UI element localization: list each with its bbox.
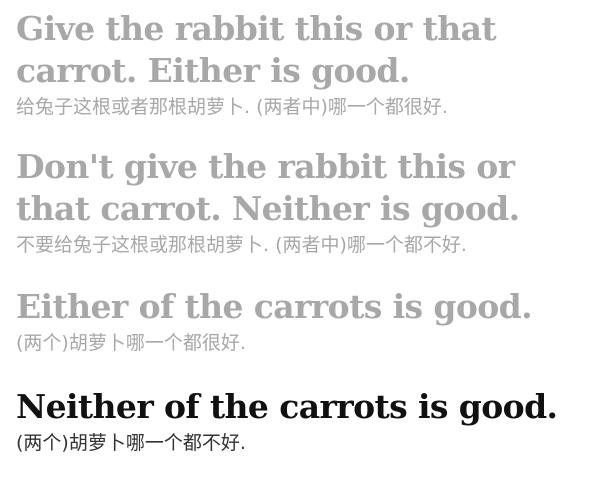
- sentence-pair-2: Don't give the rabbit this or that carro…: [16, 146, 591, 258]
- sentence-pair-3: Either of the carrots is good. (两个)胡萝卜哪一…: [16, 286, 591, 356]
- english-sentence-line: Give the rabbit this or that: [16, 9, 497, 48]
- chinese-translation: 给兔子这根或者那根胡萝卜. (两者中)哪一个都很好.: [16, 96, 448, 118]
- english-sentence-line: Don't give the rabbit this or: [16, 147, 515, 186]
- sentence-pair-1: Give the rabbit this or that carrot. Eit…: [16, 8, 591, 120]
- chinese-translation: (两个)胡萝卜哪一个都很好.: [16, 332, 246, 354]
- chinese-translation: 不要给兔子这根或那根胡萝卜. (两者中)哪一个都不好.: [16, 234, 467, 256]
- english-sentence-line: Neither of the carrots is good.: [16, 387, 558, 426]
- flashcard-page: Give the rabbit this or that carrot. Eit…: [0, 0, 591, 501]
- english-sentence-line: that carrot. Neither is good.: [16, 189, 520, 228]
- english-sentence-line: carrot. Either is good.: [16, 51, 410, 90]
- chinese-translation: (两个)胡萝卜哪一个都不好.: [16, 432, 246, 454]
- sentence-pair-4-current: Neither of the carrots is good. (两个)胡萝卜哪…: [16, 386, 591, 456]
- english-sentence-line: Either of the carrots is good.: [16, 287, 533, 326]
